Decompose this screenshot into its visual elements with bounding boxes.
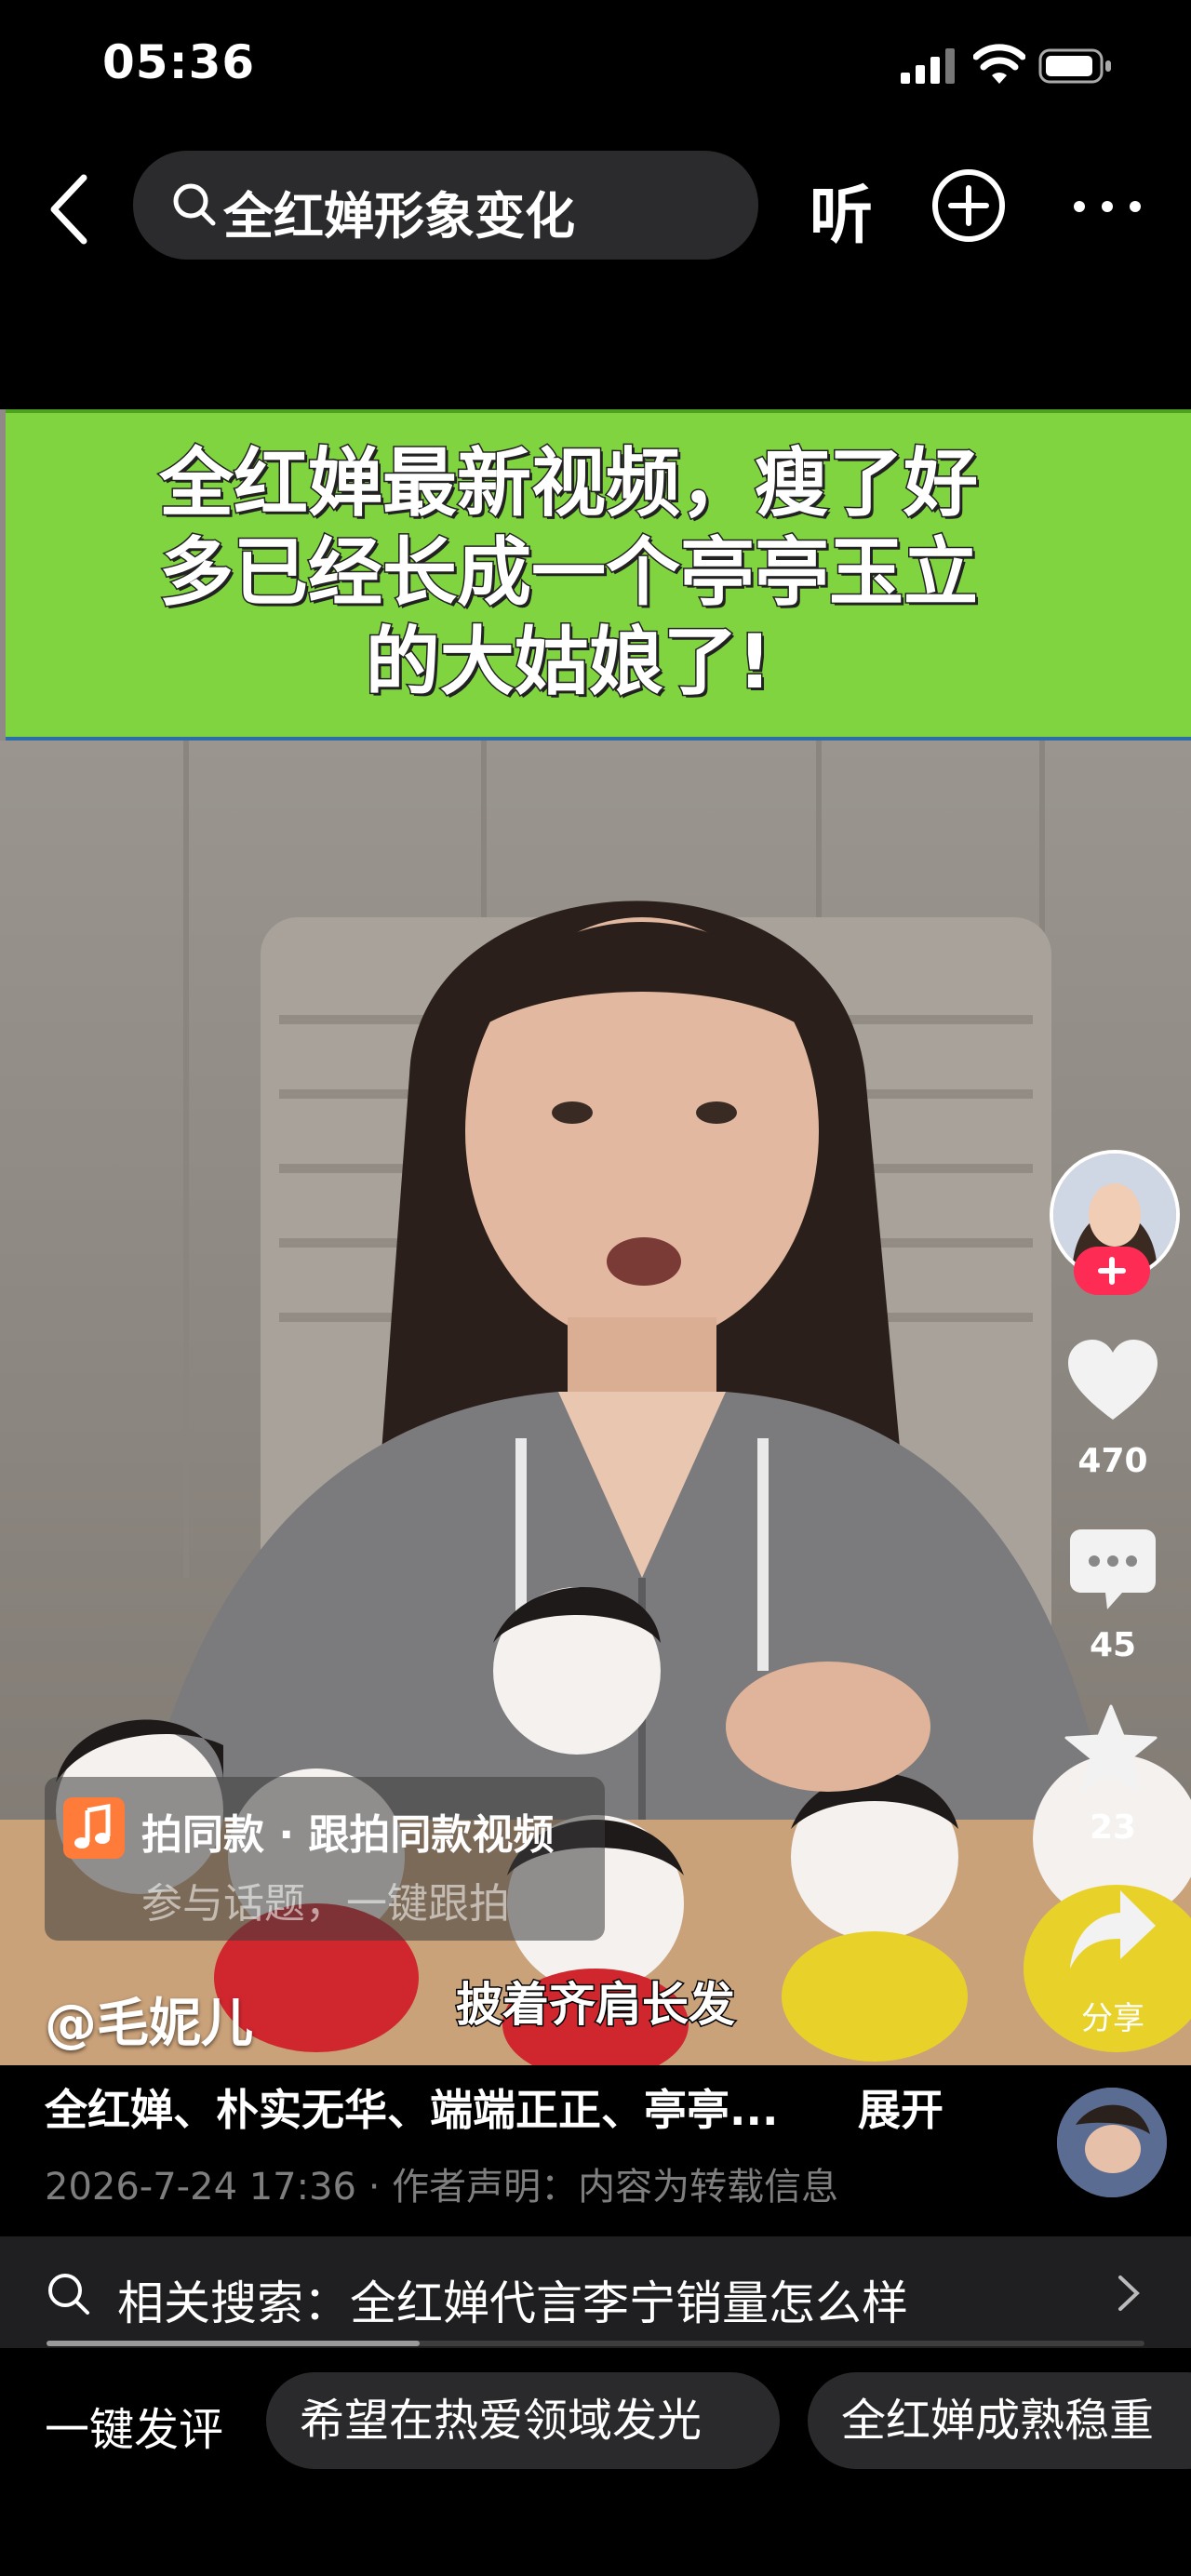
quick-comment-chip[interactable]: 全红婵成熟稳重 bbox=[808, 2372, 1191, 2469]
share-arrow-icon[interactable] bbox=[1070, 1890, 1156, 1970]
related-search-text: 相关搜索：全红婵代言李宁销量怎么样 bbox=[117, 2276, 908, 2330]
banner-line: 多已经长成一个亭亭玉立 bbox=[158, 528, 980, 618]
video-title-banner: 全红婵最新视频，瘦了好 多已经长成一个亭亭玉立 的大姑娘了! bbox=[6, 409, 1191, 744]
video-description: 全红婵、朴实无华、端端正正、亭亭... bbox=[45, 2085, 779, 2135]
banner-line: 全红婵最新视频，瘦了好 bbox=[158, 439, 980, 528]
chevron-right-icon bbox=[1118, 2276, 1140, 2311]
search-query: 全红婵形象变化 bbox=[223, 187, 575, 246]
search-icon bbox=[173, 183, 216, 226]
music-disc-avatar[interactable] bbox=[1057, 2088, 1167, 2197]
cellular-signal-icon bbox=[901, 48, 955, 84]
quick-comment-label: 一键发评 bbox=[45, 2404, 224, 2456]
video-caption: 披着齐肩长发 bbox=[455, 1977, 737, 2034]
heart-icon[interactable] bbox=[1068, 1340, 1158, 1423]
banner-line: 的大姑娘了! bbox=[364, 618, 772, 707]
add-circle-icon[interactable] bbox=[930, 167, 1007, 244]
same-style-title: 拍同款 · 跟拍同款视频 bbox=[141, 1811, 555, 1859]
battery-icon bbox=[1038, 48, 1111, 84]
follow-button[interactable] bbox=[1074, 1247, 1150, 1295]
back-icon[interactable] bbox=[47, 172, 93, 247]
search-bar[interactable]: 全红婵形象变化 bbox=[133, 151, 758, 260]
related-search-bar[interactable]: 相关搜索：全红婵代言李宁销量怎么样 bbox=[0, 2236, 1191, 2348]
comment-count: 45 bbox=[1089, 1626, 1137, 1664]
more-options-icon[interactable] bbox=[1070, 194, 1144, 220]
comment-icon[interactable] bbox=[1070, 1529, 1156, 1609]
search-icon bbox=[48, 2274, 89, 2315]
author-name[interactable]: @毛妮儿 bbox=[45, 1982, 253, 2057]
disc-image bbox=[1057, 2088, 1167, 2197]
listen-button[interactable]: 听 bbox=[810, 164, 873, 256]
share-label[interactable]: 分享 bbox=[1042, 1993, 1184, 2038]
video-progress-bar[interactable] bbox=[47, 2341, 1144, 2346]
banner-text: 全红婵最新视频，瘦了好 多已经长成一个亭亭玉立 的大姑娘了! bbox=[6, 439, 1131, 707]
star-icon[interactable] bbox=[1064, 1704, 1158, 1794]
video-progress-fill bbox=[47, 2341, 421, 2346]
same-style-card[interactable]: 拍同款 · 跟拍同款视频 参与话题，一键跟拍 bbox=[45, 1777, 605, 1941]
post-meta: 2026-7-24 17:36 · 作者声明：内容为转载信息 bbox=[45, 2166, 839, 2209]
favorite-count: 23 bbox=[1089, 1809, 1137, 1847]
status-time: 05:36 bbox=[102, 35, 256, 89]
same-style-subtitle: 参与话题，一键跟拍 bbox=[141, 1880, 510, 1928]
expand-button[interactable]: 展开 bbox=[858, 2076, 943, 2138]
music-note-icon bbox=[63, 1797, 125, 1859]
wifi-icon bbox=[973, 44, 1025, 84]
quick-comment-chip[interactable]: 希望在热爱领域发光 bbox=[266, 2372, 780, 2469]
like-count: 470 bbox=[1077, 1442, 1148, 1480]
